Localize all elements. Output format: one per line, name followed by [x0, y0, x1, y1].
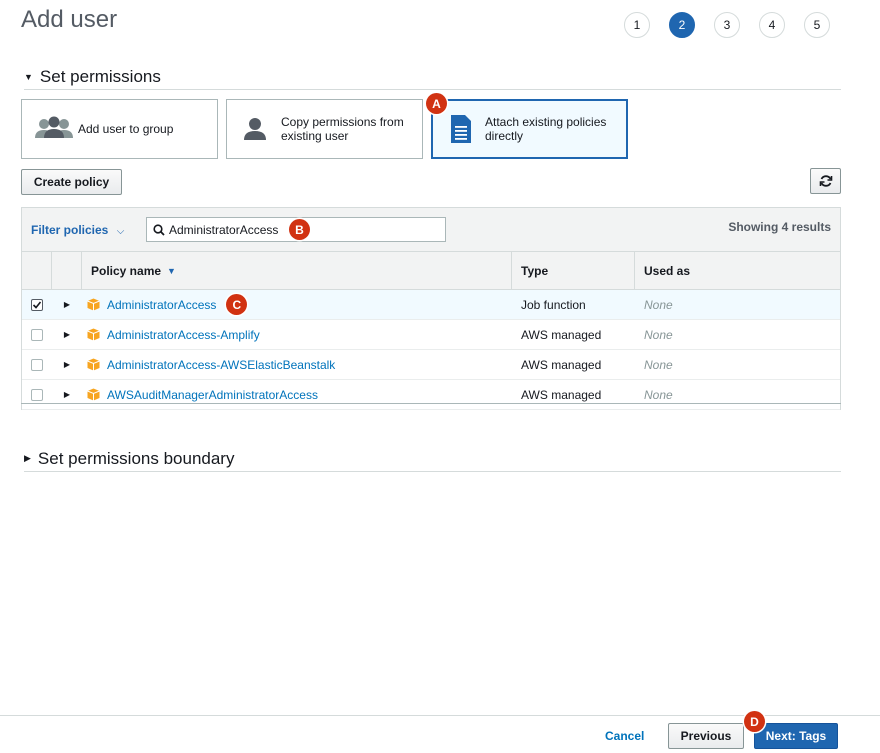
user-icon [243, 116, 267, 142]
type-column-header[interactable]: Type [512, 252, 635, 289]
policy-link[interactable]: AdministratorAccess [107, 298, 216, 312]
used-as-column-header[interactable]: Used as [635, 252, 840, 289]
search-icon [153, 223, 165, 236]
document-icon [449, 114, 473, 144]
chevron-down-icon: ⌵ [116, 226, 125, 237]
results-count: Showing 4 results [728, 220, 831, 234]
add-to-group-label: Add user to group [78, 122, 174, 136]
policy-box-icon [87, 298, 100, 311]
refresh-icon [819, 174, 833, 188]
next-tags-button[interactable]: Next: Tags [754, 723, 838, 749]
annotation-badge-b: B [289, 219, 310, 240]
table-row[interactable]: ▶ AdministratorAccess C Job function Non… [22, 290, 840, 320]
page-title: Add user [21, 6, 118, 33]
step-4[interactable]: 4 [759, 12, 785, 38]
policy-link[interactable]: AWSAuditManagerAdministratorAccess [107, 388, 318, 402]
annotation-badge-a: A [426, 93, 447, 114]
row-checkbox[interactable] [31, 388, 43, 401]
table-header: Policy name ▼ Type Used as [22, 252, 840, 290]
copy-permissions-label: Copy permissions from existing user [281, 115, 404, 143]
annotation-badge-c: C [226, 294, 248, 315]
attach-policies-label: Attach existing policies directly [485, 115, 607, 143]
expand-row-icon[interactable]: ▶ [52, 390, 82, 399]
header-checkbox-cell [22, 252, 52, 289]
set-permissions-label: Set permissions [39, 66, 161, 86]
table-row[interactable]: ▶ AWSAuditManagerAdministratorAccess AWS… [22, 380, 840, 410]
copy-permissions-option[interactable]: Copy permissions from existing user [226, 99, 423, 159]
filter-policies-dropdown[interactable]: Filter policies ⌵ [31, 223, 124, 237]
create-policy-button[interactable]: Create policy [21, 169, 122, 195]
policy-search-input[interactable] [169, 222, 289, 237]
row-checkbox[interactable] [31, 358, 43, 371]
wizard-steps: 1 2 3 4 5 [624, 12, 849, 38]
policy-name-column-header[interactable]: Policy name ▼ [82, 252, 512, 289]
expand-row-icon[interactable]: ▶ [52, 300, 82, 309]
policy-used-as: None [644, 387, 673, 402]
step-2-active[interactable]: 2 [669, 12, 695, 38]
policy-used-as: None [644, 297, 673, 312]
policies-table: Filter policies ⌵ B Showing 4 results Po… [21, 207, 841, 410]
policy-link[interactable]: AdministratorAccess-AWSElasticBeanstalk [107, 358, 335, 372]
policy-name-header-label: Policy name [91, 263, 162, 278]
expand-row-icon[interactable]: ▶ [52, 330, 82, 339]
policy-link[interactable]: AdministratorAccess-Amplify [107, 328, 260, 342]
filter-bar: Filter policies ⌵ B Showing 4 results [22, 208, 840, 252]
policy-box-icon [87, 328, 100, 341]
header-expand-cell [52, 252, 82, 289]
caret-down-icon: ▼ [24, 71, 33, 82]
filter-policies-label: Filter policies [31, 223, 109, 237]
expand-row-icon[interactable]: ▶ [52, 360, 82, 369]
set-permissions-header[interactable]: ▼ Set permissions [24, 64, 841, 90]
annotation-badge-d: D [744, 711, 765, 732]
permissions-boundary-header[interactable]: ▶ Set permissions boundary [24, 446, 841, 472]
policy-type: AWS managed [521, 357, 602, 372]
add-user-page: Add user 1 2 3 4 5 ▼ Set permissions Add… [0, 0, 880, 753]
group-users-icon [34, 116, 74, 142]
policy-box-icon [87, 358, 100, 371]
step-1[interactable]: 1 [624, 12, 650, 38]
sort-descending-icon: ▼ [167, 265, 176, 276]
attach-policies-option[interactable]: Attach existing policies directly [431, 99, 628, 159]
table-bottom-border [21, 403, 841, 404]
table-row[interactable]: ▶ AdministratorAccess-AWSElasticBeanstal… [22, 350, 840, 380]
policy-type: AWS managed [521, 327, 602, 342]
policy-used-as: None [644, 357, 673, 372]
policy-box-icon [87, 388, 100, 401]
caret-right-icon: ▶ [24, 453, 31, 463]
cancel-button[interactable]: Cancel [605, 729, 644, 743]
step-3[interactable]: 3 [714, 12, 740, 38]
add-to-group-option[interactable]: Add user to group [21, 99, 218, 159]
permissions-boundary-label: Set permissions boundary [37, 448, 235, 468]
policy-type: AWS managed [521, 387, 602, 402]
policy-type: Job function [521, 297, 586, 312]
table-row[interactable]: ▶ AdministratorAccess-Amplify AWS manage… [22, 320, 840, 350]
step-5[interactable]: 5 [804, 12, 830, 38]
refresh-button[interactable] [810, 168, 841, 194]
previous-button[interactable]: Previous [668, 723, 744, 749]
row-checkbox[interactable] [31, 328, 43, 341]
policy-used-as: None [644, 327, 673, 342]
row-checkbox-checked[interactable] [31, 298, 43, 311]
